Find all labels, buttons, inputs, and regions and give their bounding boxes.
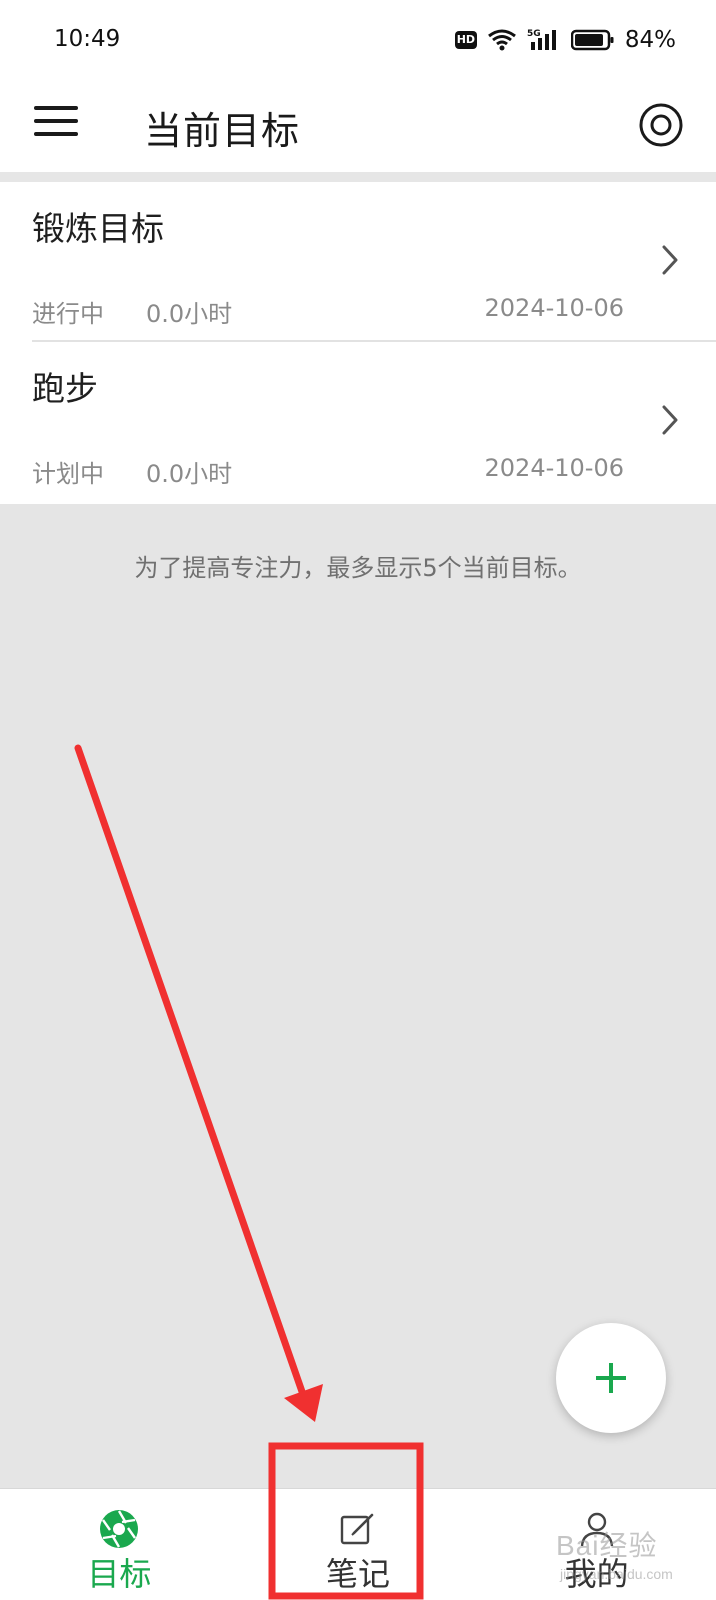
goal-limit-hint: 为了提高专注力，最多显示5个当前目标。 xyxy=(134,554,582,582)
goal-title: 跑步 xyxy=(32,369,98,408)
menu-button[interactable] xyxy=(34,106,78,146)
chevron-right-icon xyxy=(662,405,678,435)
annotation-arrow xyxy=(74,744,311,1410)
tab-goals[interactable]: 目标 xyxy=(0,1489,239,1600)
tab-notes[interactable]: 笔记 xyxy=(239,1489,478,1600)
hamburger-icon xyxy=(34,106,78,136)
status-icons: HD 5G 84% xyxy=(454,26,676,54)
wifi-icon xyxy=(487,29,516,51)
chevron-right-icon xyxy=(662,245,678,275)
goal-item-exercise[interactable]: 锻炼目标 进行中 0.0小时 2024-10-06 xyxy=(0,182,716,342)
focus-target-button[interactable] xyxy=(638,102,684,148)
goal-date: 2024-10-06 xyxy=(484,294,624,322)
annotation-arrowhead xyxy=(284,1384,323,1422)
app-bar: 当前目标 xyxy=(0,82,716,172)
add-goal-button[interactable] xyxy=(556,1323,666,1433)
goal-date: 2024-10-06 xyxy=(484,454,624,482)
battery-icon xyxy=(570,29,614,51)
goal-hours: 0.0小时 xyxy=(146,460,233,488)
goal-item-running[interactable]: 跑步 计划中 0.0小时 2024-10-06 xyxy=(0,342,716,504)
watermark-sub: jingyan.baidu.com xyxy=(560,1566,673,1582)
target-icon xyxy=(639,103,683,147)
network-type-label: 5G xyxy=(527,29,541,39)
aperture-icon xyxy=(100,1510,139,1548)
tab-label: 目标 xyxy=(87,1555,152,1593)
goal-hours: 0.0小时 xyxy=(146,300,233,328)
status-time: 10:49 xyxy=(54,26,121,52)
header-divider xyxy=(0,172,716,182)
plus-icon xyxy=(596,1363,626,1393)
tab-label: 笔记 xyxy=(326,1555,391,1593)
goal-title: 锻炼目标 xyxy=(32,209,164,248)
battery-percent: 84% xyxy=(624,27,676,53)
status-bar: 10:49 HD 5G 84% xyxy=(0,0,716,82)
edit-note-icon xyxy=(340,1513,374,1545)
cellular-signal-icon: 5G xyxy=(527,29,556,50)
goal-status: 进行中 xyxy=(32,300,104,328)
hd-icon: HD xyxy=(454,31,477,49)
watermark: Bai经验 xyxy=(556,1530,658,1561)
page-title: 当前目标 xyxy=(144,109,301,153)
goal-list: 锻炼目标 进行中 0.0小时 2024-10-06 跑步 计划中 0.0小时 2… xyxy=(0,182,716,504)
goal-status: 计划中 xyxy=(32,460,104,488)
